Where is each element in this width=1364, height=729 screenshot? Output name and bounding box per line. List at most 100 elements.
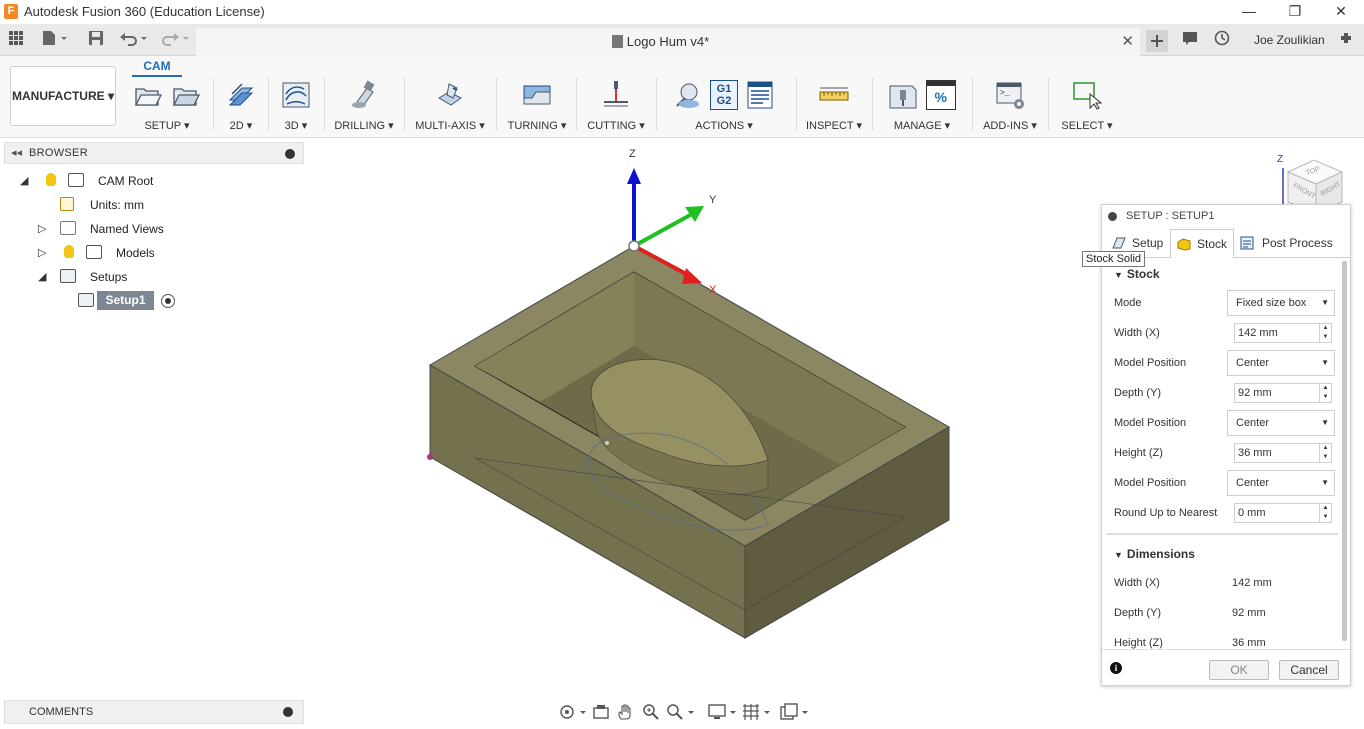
toolbar-separator (213, 78, 214, 130)
tab-stock-label: Stock (1197, 237, 1228, 251)
tool-library-icon[interactable] (888, 80, 918, 110)
model-position-3-select[interactable]: Center ▼ (1227, 470, 1335, 496)
collapse-dialog-icon[interactable] (1108, 212, 1117, 221)
mode-label: Mode (1114, 297, 1142, 309)
ok-button[interactable]: OK (1209, 660, 1269, 680)
cutting-icon[interactable] (601, 80, 631, 110)
width-spinner[interactable]: ▲ ▼ (1319, 324, 1331, 342)
expand-triangle-icon[interactable]: ▷ (38, 246, 46, 259)
comments-panel[interactable]: COMMENTS (4, 700, 304, 724)
notifications-icon[interactable] (1180, 30, 1200, 50)
cancel-button[interactable]: Cancel (1279, 660, 1339, 680)
visibility-bulb-icon[interactable] (64, 245, 74, 258)
2d-group[interactable]: 2D ▾ (218, 78, 264, 134)
turning-icon[interactable] (522, 80, 552, 110)
workspace-switcher-button[interactable]: MANUFACTURE ▾ (10, 66, 116, 126)
save-icon[interactable] (86, 30, 106, 50)
width-input[interactable]: 142 mm ▲ ▼ (1234, 323, 1332, 343)
3d-adaptive-icon[interactable] (281, 80, 311, 110)
job-status-icon[interactable] (1212, 30, 1232, 50)
orbit-icon[interactable] (558, 703, 586, 721)
user-name[interactable]: Joe Zoulikian (1254, 33, 1325, 47)
multi-axis-group[interactable]: MULTI-AXIS ▾ (410, 78, 490, 134)
drilling-group[interactable]: DRILLING ▾ (330, 78, 398, 134)
height-input[interactable]: 36 mm ▲ ▼ (1234, 443, 1332, 463)
measure-icon[interactable] (819, 80, 849, 110)
activate-setup-radio[interactable] (161, 294, 175, 308)
add-ins-group[interactable]: >_ ADD-INS ▾ (978, 78, 1042, 134)
new-tab-plus-icon[interactable] (1146, 30, 1168, 52)
tab-stock[interactable]: Stock (1170, 229, 1234, 258)
tree-item-models[interactable]: ▷ Models (38, 243, 168, 263)
height-spinner[interactable]: ▲ ▼ (1319, 444, 1331, 462)
multi-axis-icon[interactable] (435, 80, 465, 110)
undo-icon[interactable] (118, 30, 150, 50)
select-group[interactable]: SELECT ▾ (1054, 78, 1120, 134)
new-setup-icon[interactable] (133, 80, 163, 110)
inspect-group[interactable]: INSPECT ▾ (802, 78, 866, 134)
visibility-bulb-icon[interactable] (46, 173, 56, 186)
minimize-button[interactable]: — (1226, 0, 1272, 24)
pan-hand-icon[interactable] (616, 703, 636, 721)
simulate-icon[interactable] (673, 80, 703, 110)
drill-icon[interactable] (349, 80, 379, 110)
dialog-scrollbar[interactable] (1342, 261, 1347, 641)
post-library-icon[interactable]: % (925, 80, 956, 110)
expand-triangle-icon[interactable]: ▷ (38, 222, 46, 235)
setup-sheet-doc-icon[interactable] (745, 80, 775, 110)
dialog-header[interactable]: SETUP : SETUP1 (1102, 205, 1350, 227)
post-process-g1g2-icon[interactable]: G1 G2 (710, 80, 738, 110)
cutting-group[interactable]: CUTTING ▾ (582, 78, 650, 134)
round-up-spinner[interactable]: ▲ ▼ (1319, 504, 1331, 522)
tree-item-named-views[interactable]: ▷ Named Views (38, 219, 168, 239)
scripts-addins-icon[interactable]: >_ (995, 80, 1025, 110)
redo-icon[interactable] (160, 30, 192, 50)
dimensions-section-header[interactable]: ▼ Dimensions (1114, 547, 1195, 561)
look-at-icon[interactable] (592, 703, 612, 721)
wcs-origin-handle[interactable] (628, 240, 640, 252)
display-settings-icon[interactable] (708, 703, 738, 721)
collapse-triangle-icon[interactable]: ◢ (38, 270, 46, 283)
document-tab[interactable]: Logo Hum v4* ✕ (196, 28, 1140, 56)
grid-settings-icon[interactable] (742, 703, 772, 721)
fit-zoom-window-icon[interactable] (666, 703, 696, 721)
depth-spinner[interactable]: ▲ ▼ (1319, 384, 1331, 402)
setup-sheet-icon[interactable] (171, 80, 201, 110)
dialog-title: SETUP : SETUP1 (1126, 210, 1215, 222)
toolbar-separator (268, 78, 269, 130)
file-menu-icon[interactable] (40, 30, 70, 50)
tab-post-process[interactable]: Post Process (1234, 229, 1344, 257)
browser-panel: ◂◂ BROWSER (4, 142, 304, 164)
tree-item-setups[interactable]: ◢ Setups (38, 267, 168, 287)
collapse-triangle-icon[interactable]: ◢ (20, 174, 28, 187)
tab-cam[interactable]: CAM (132, 59, 182, 77)
select-cursor-icon[interactable] (1072, 80, 1103, 110)
3d-group[interactable]: 3D ▾ (272, 78, 320, 134)
add-comment-icon[interactable] (283, 707, 293, 717)
round-up-input[interactable]: 0 mm ▲ ▼ (1234, 503, 1332, 523)
restore-button[interactable]: ❐ (1272, 0, 1318, 24)
viewports-icon[interactable] (780, 703, 810, 721)
setup-group[interactable]: SETUP ▾ (124, 78, 210, 134)
y-axis-arrow[interactable] (633, 212, 693, 248)
actions-group[interactable]: G1 G2 ACTIONS ▾ (660, 78, 788, 134)
tree-item-setup1[interactable]: Setup1 (97, 291, 154, 310)
model-position-2-select[interactable]: Center ▼ (1227, 410, 1335, 436)
tree-item-units[interactable]: Units: mm (60, 195, 160, 215)
close-window-button[interactable]: ✕ (1318, 0, 1364, 24)
info-icon[interactable]: i (1110, 662, 1122, 674)
collapse-browser-icon[interactable]: ◂◂ (11, 146, 22, 159)
close-document-icon[interactable]: ✕ (1121, 32, 1134, 50)
model-position-1-select[interactable]: Center ▼ (1227, 350, 1335, 376)
zoom-icon[interactable] (642, 703, 662, 721)
help-icon[interactable] (1336, 30, 1356, 50)
2d-pocket-icon[interactable] (226, 80, 256, 110)
mode-select[interactable]: Fixed size box ▼ (1227, 290, 1335, 316)
manage-group[interactable]: % MANAGE ▾ (878, 78, 966, 134)
turning-group[interactable]: TURNING ▾ (502, 78, 572, 134)
data-panel-grid-icon[interactable] (6, 30, 26, 50)
depth-input[interactable]: 92 mm ▲ ▼ (1234, 383, 1332, 403)
stock-section-header[interactable]: ▼ Stock (1114, 267, 1160, 281)
tree-item-cam-root[interactable]: ◢ CAM Root (20, 171, 180, 191)
browser-pin-icon[interactable] (285, 149, 295, 159)
